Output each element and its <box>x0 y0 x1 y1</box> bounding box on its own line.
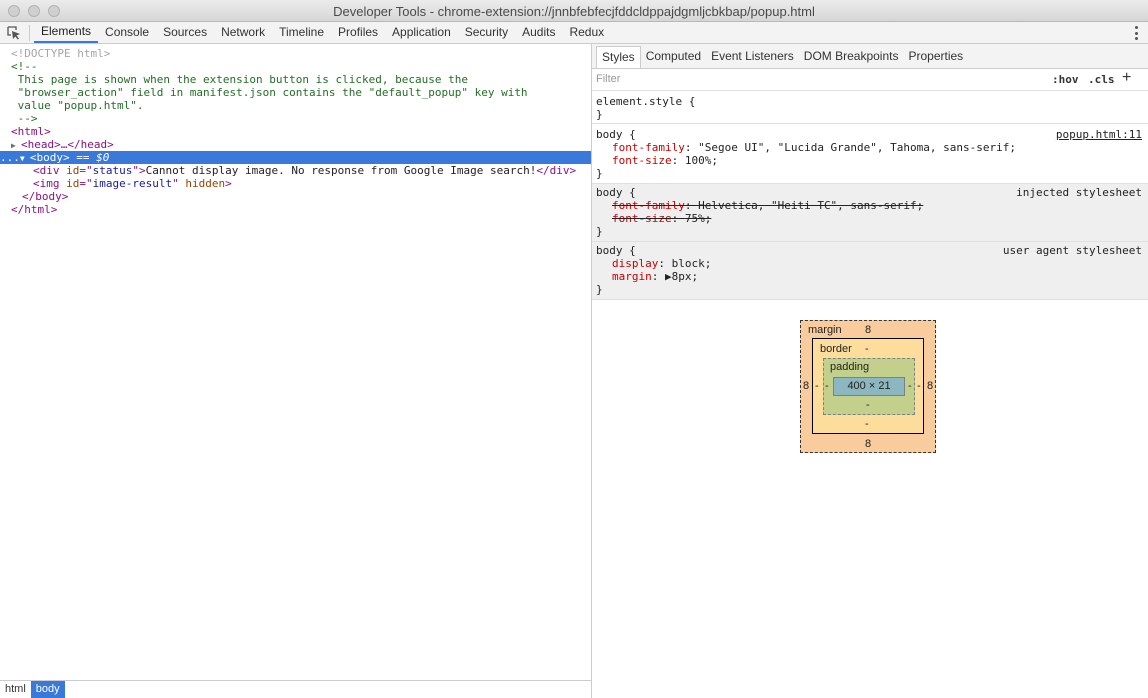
tab-styles[interactable]: Styles <box>596 46 641 68</box>
dom-comment-line: value "popup.html". <box>11 99 144 112</box>
padding-right-value[interactable]: - <box>908 380 912 392</box>
styles-filter-input[interactable]: Filter <box>596 73 620 85</box>
dom-node-comment[interactable]: <!-- <box>0 60 591 73</box>
inspect-element-icon[interactable] <box>6 25 22 41</box>
box-model-border[interactable]: border - - - - padding - - - 400 × 21 <box>812 338 924 434</box>
dom-node-body-close[interactable]: </body> <box>0 190 591 203</box>
breadcrumb: html body <box>0 680 591 698</box>
rule-selector: body { <box>596 128 636 141</box>
tab-timeline[interactable]: Timeline <box>272 22 331 43</box>
rule-selector: body { <box>596 186 636 199</box>
dom-node-html[interactable]: <html> <box>0 125 591 138</box>
border-bottom-value[interactable]: - <box>865 418 869 430</box>
tab-network[interactable]: Network <box>214 22 272 43</box>
box-model-margin[interactable]: margin 8 8 8 8 border - - - - padding - … <box>800 320 936 453</box>
border-left-value[interactable]: - <box>815 380 819 392</box>
box-model-padding[interactable]: padding - - - 400 × 21 <box>823 358 915 415</box>
tab-properties[interactable]: Properties <box>903 44 968 68</box>
css-property-overridden[interactable]: font-size: 75%; <box>612 212 711 225</box>
margin-right-value[interactable]: 8 <box>927 380 933 392</box>
border-top-value[interactable]: - <box>865 343 869 355</box>
tab-dom-breakpoints[interactable]: DOM Breakpoints <box>799 44 904 68</box>
tab-elements[interactable]: Elements <box>34 22 99 43</box>
padding-bottom-value[interactable]: - <box>866 399 870 411</box>
dom-comment-line: "browser_action" field in manifest.json … <box>11 86 528 99</box>
styles-sidebar: Styles Computed Event Listeners DOM Brea… <box>592 44 1148 698</box>
margin-bottom-value[interactable]: 8 <box>865 438 871 450</box>
dom-node-img-result[interactable]: <img id="image-result" hidden> <box>0 177 591 190</box>
css-rule[interactable]: body { popup.html:11 font-family: "Segoe… <box>592 124 1148 184</box>
dom-node-html-close[interactable]: </html> <box>0 203 591 216</box>
tab-audits[interactable]: Audits <box>515 22 562 43</box>
dom-node-head[interactable]: ▶ <head>…</head> <box>0 138 591 151</box>
add-rule-button[interactable]: + <box>1122 69 1131 87</box>
sidebar-tabbar: Styles Computed Event Listeners DOM Brea… <box>592 44 1148 69</box>
css-rule[interactable]: body { user agent stylesheet display: bl… <box>592 242 1148 300</box>
dom-node-body-selected[interactable]: ...▼ <body> == $0 <box>0 151 591 164</box>
breadcrumb-body[interactable]: body <box>30 681 65 698</box>
dom-node-doctype[interactable]: <!DOCTYPE html> <box>0 47 591 60</box>
tab-application[interactable]: Application <box>385 22 458 43</box>
breadcrumb-html[interactable]: html <box>0 681 31 698</box>
more-options-icon[interactable] <box>1134 26 1138 40</box>
tab-security[interactable]: Security <box>458 22 515 43</box>
tab-profiles[interactable]: Profiles <box>331 22 385 43</box>
css-property[interactable]: display: block; <box>612 257 711 270</box>
tab-redux[interactable]: Redux <box>562 22 611 43</box>
rule-selector: body { <box>596 244 636 257</box>
dom-comment-line: This page is shown when the extension bu… <box>11 73 468 86</box>
css-property[interactable]: font-family: "Segoe UI", "Lucida Grande"… <box>612 141 1016 154</box>
devtools-tabbar: Elements Console Sources Network Timelin… <box>0 22 1148 44</box>
window-title: Developer Tools - chrome-extension://jnn… <box>333 4 815 19</box>
dom-tree: <!DOCTYPE html> <!-- This page is shown … <box>0 44 591 680</box>
tab-sources[interactable]: Sources <box>156 22 214 43</box>
padding-left-value[interactable]: - <box>825 380 829 392</box>
margin-top-value[interactable]: 8 <box>865 324 871 336</box>
tab-computed[interactable]: Computed <box>641 44 706 68</box>
dom-node-div-status[interactable]: <div id="status">Cannot display image. N… <box>0 164 591 177</box>
element-style-rule[interactable]: element.style { } <box>592 91 1148 124</box>
panel-tabs: Elements Console Sources Network Timelin… <box>34 22 611 43</box>
toolbar-divider <box>29 25 30 41</box>
class-toggle[interactable]: .cls <box>1088 73 1115 86</box>
css-property-overridden[interactable]: font-family: Helvetica, "Heiti TC", sans… <box>612 199 923 212</box>
hover-state-toggle[interactable]: :hov <box>1052 73 1079 86</box>
window-titlebar: Developer Tools - chrome-extension://jnn… <box>0 0 1148 22</box>
styles-filter-bar: Filter :hov .cls + <box>592 69 1148 91</box>
rule-source: injected stylesheet <box>1016 186 1142 199</box>
css-property[interactable]: margin: ▶8px; <box>612 270 698 283</box>
rule-source: user agent stylesheet <box>1002 244 1142 257</box>
border-right-value[interactable]: - <box>917 380 921 392</box>
css-property[interactable]: font-size: 100%; <box>612 154 718 167</box>
margin-left-value[interactable]: 8 <box>803 380 809 392</box>
box-model-content[interactable]: 400 × 21 <box>833 377 905 396</box>
tab-event-listeners[interactable]: Event Listeners <box>706 44 799 68</box>
dom-comment-line: --> <box>11 112 38 125</box>
rule-source-link[interactable]: popup.html:11 <box>1056 128 1142 141</box>
tab-console[interactable]: Console <box>98 22 156 43</box>
css-rule[interactable]: body { injected stylesheet font-family: … <box>592 184 1148 242</box>
